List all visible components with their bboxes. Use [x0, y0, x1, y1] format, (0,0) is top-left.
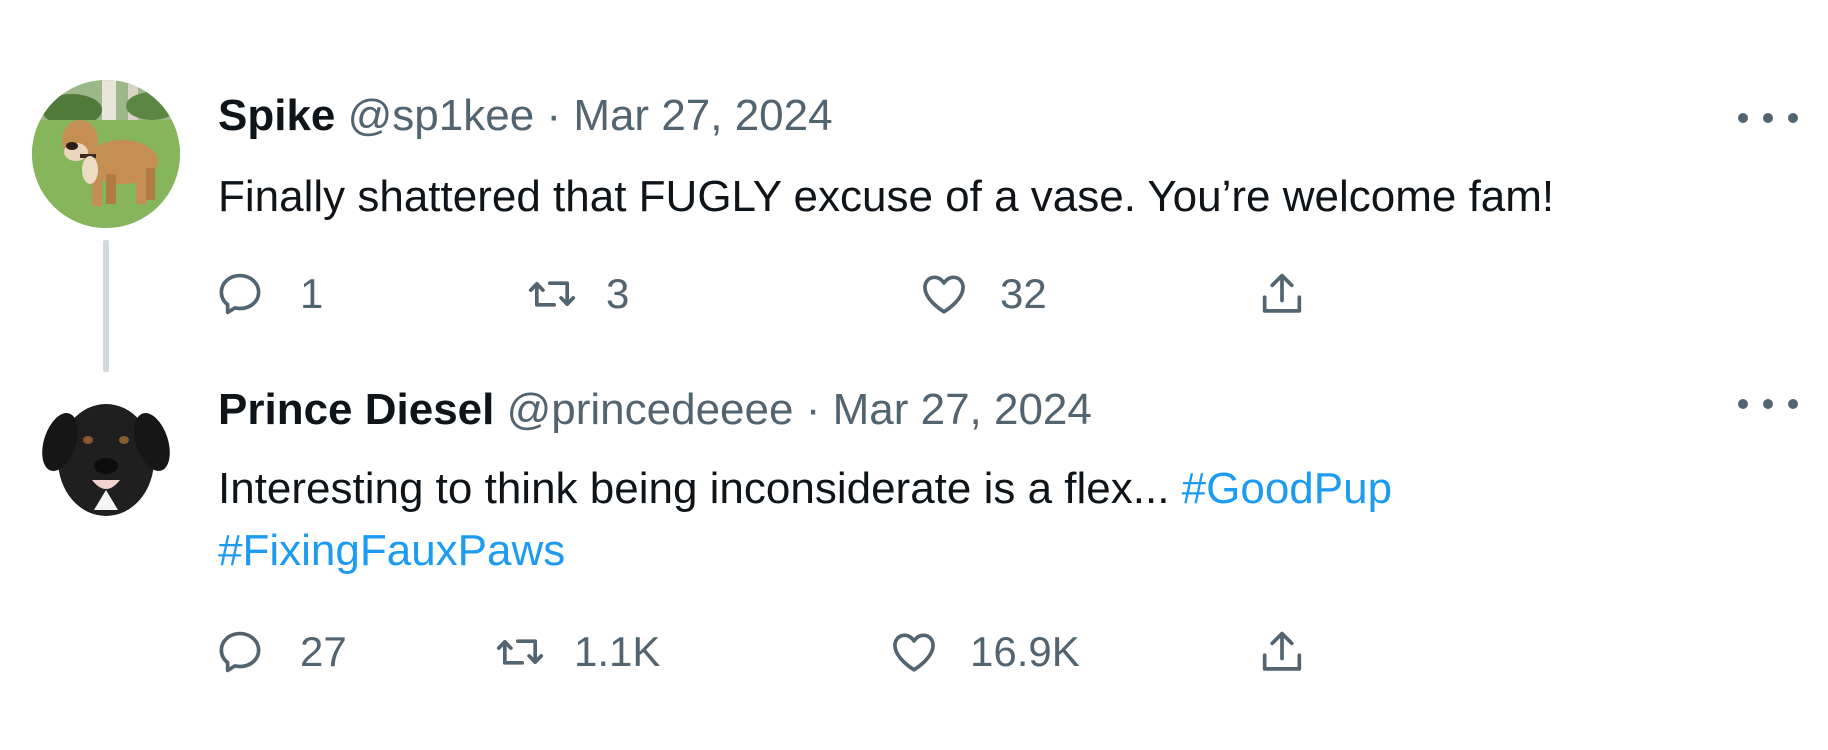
reply-button[interactable]: 27: [214, 620, 347, 684]
more-icon: [1738, 399, 1748, 409]
like-count: 32: [1000, 270, 1047, 317]
share-button[interactable]: [1256, 620, 1308, 684]
tweet-body: Finally shattered that FUGLY excuse of a…: [218, 172, 1555, 221]
tweet-text: Interesting to think being inconsiderate…: [218, 458, 1778, 582]
retweet-icon: [528, 281, 576, 307]
tweet-actions: 1 3 32: [218, 262, 1578, 326]
more-icon: [1738, 113, 1748, 123]
handle[interactable]: @princedeeee: [507, 385, 794, 434]
reply-icon: [219, 631, 261, 673]
display-name[interactable]: Spike: [218, 91, 335, 140]
avatar[interactable]: [32, 380, 180, 528]
tweet-actions: 27 1.1K 16.9K: [218, 620, 1578, 684]
more-button[interactable]: [1738, 102, 1798, 134]
bulldog-avatar-icon: [32, 80, 180, 228]
reply-count: 1: [300, 270, 324, 317]
more-icon-dot: [1788, 113, 1798, 123]
tweet[interactable]: Prince Diesel @princedeeee · Mar 27, 202…: [0, 370, 1828, 710]
retweet-button[interactable]: 3: [526, 262, 629, 326]
avatar[interactable]: [32, 80, 180, 228]
timestamp[interactable]: Mar 27, 2024: [833, 385, 1092, 434]
tweet-body: Interesting to think being inconsiderate…: [218, 464, 1170, 513]
more-icon-dot: [1763, 399, 1773, 409]
tweet-header: Prince Diesel @princedeeee · Mar 27, 202…: [218, 382, 1092, 438]
like-icon: [923, 275, 965, 314]
more-button[interactable]: [1738, 388, 1798, 420]
separator: ·: [546, 91, 562, 140]
retweet-count: 3: [606, 270, 630, 317]
display-name[interactable]: Prince Diesel: [218, 385, 494, 434]
share-icon: [1262, 273, 1302, 313]
like-button[interactable]: 32: [918, 262, 1047, 326]
like-icon: [893, 633, 935, 672]
reply-button[interactable]: 1: [214, 262, 323, 326]
tweet[interactable]: Spike @sp1kee · Mar 27, 2024 Finally sha…: [0, 80, 1828, 372]
retweet-icon: [496, 639, 544, 665]
like-button[interactable]: 16.9K: [888, 620, 1080, 684]
black-lab-avatar-icon: [32, 380, 180, 528]
share-icon: [1262, 631, 1302, 671]
tweet-text: Finally shattered that FUGLY excuse of a…: [218, 166, 1778, 228]
like-count: 16.9K: [970, 628, 1080, 675]
hashtag-link[interactable]: #GoodPup: [1182, 464, 1392, 513]
retweet-button[interactable]: 1.1K: [494, 620, 660, 684]
handle[interactable]: @sp1kee: [348, 91, 535, 140]
separator: ·: [805, 385, 821, 434]
thread-line: [103, 240, 109, 372]
tweet-header: Spike @sp1kee · Mar 27, 2024: [218, 88, 833, 144]
more-icon-dot: [1763, 113, 1773, 123]
share-button[interactable]: [1256, 262, 1308, 326]
retweet-count: 1.1K: [574, 628, 661, 675]
hashtag-link[interactable]: #FixingFauxPaws: [218, 526, 565, 575]
reply-count: 27: [300, 628, 347, 675]
timestamp[interactable]: Mar 27, 2024: [573, 91, 832, 140]
more-icon-dot: [1788, 399, 1798, 409]
reply-icon: [219, 273, 261, 315]
